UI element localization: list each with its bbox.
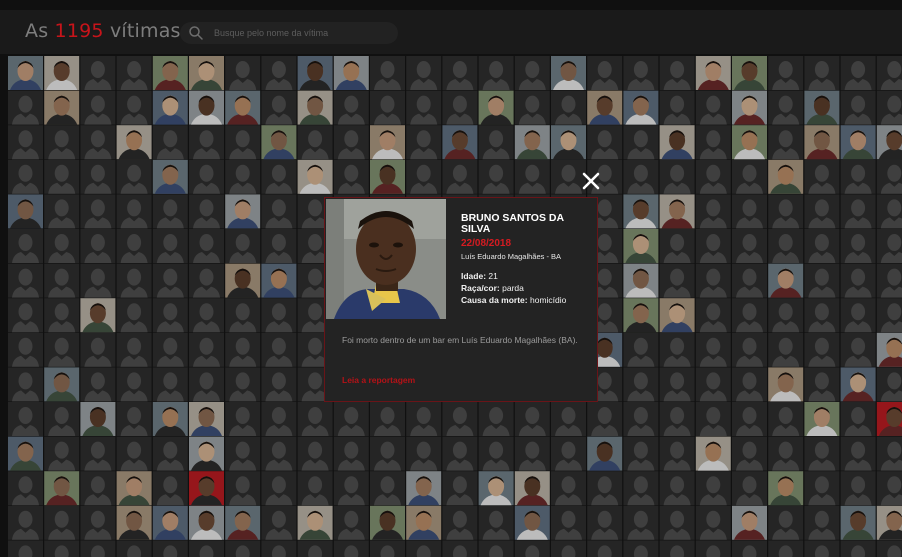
- fact-cause: Causa da morte: homicídio: [461, 294, 593, 306]
- victim-description: Foi morto dentro de um bar em Luís Eduar…: [342, 335, 578, 345]
- title-prefix: As: [25, 20, 49, 42]
- age-label: Idade:: [461, 271, 487, 281]
- victim-name: BRUNO SANTOS DA SILVA: [461, 212, 564, 235]
- victim-location: Luís Eduardo Magalhães - BA: [461, 252, 562, 261]
- race-label: Raça/cor:: [461, 283, 500, 293]
- search-box[interactable]: [180, 22, 398, 44]
- cause-value: homicídio: [529, 295, 567, 305]
- victim-death-date: 22/08/2018: [461, 238, 512, 249]
- fact-race: Raça/cor: parda: [461, 282, 593, 294]
- victim-detail-modal: BRUNO SANTOS DA SILVA 22/08/2018 Luís Ed…: [324, 197, 598, 402]
- read-report-link[interactable]: Leia a reportagem: [342, 375, 415, 385]
- site-title[interactable]: As 1195 vítimas: [25, 20, 181, 42]
- cause-label: Causa da morte:: [461, 295, 528, 305]
- search-icon: [189, 26, 203, 40]
- title-suffix: vítimas: [109, 20, 181, 42]
- race-value: parda: [502, 283, 524, 293]
- fact-age: Idade: 21: [461, 270, 593, 282]
- victim-photo: [326, 199, 446, 319]
- close-icon[interactable]: [578, 168, 604, 194]
- victim-count: 1195: [54, 20, 104, 42]
- search-input[interactable]: [212, 27, 396, 39]
- age-value: 21: [488, 271, 498, 281]
- victim-info: BRUNO SANTOS DA SILVA 22/08/2018 Luís Ed…: [461, 213, 593, 306]
- victim-facts: Idade: 21 Raça/cor: parda Causa da morte…: [461, 270, 593, 306]
